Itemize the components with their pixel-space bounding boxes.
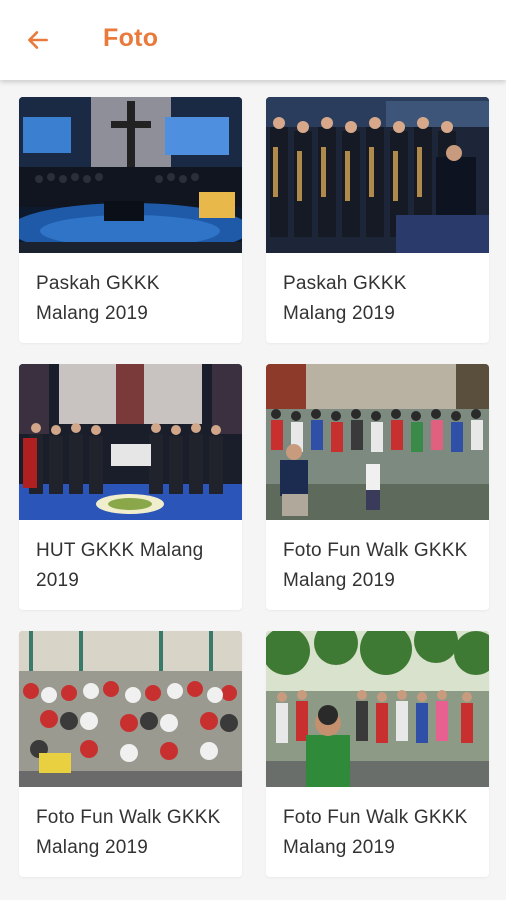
photo-card[interactable]: HUT GKKK Malang 2019 <box>19 364 242 610</box>
photo-thumbnail <box>266 631 489 787</box>
photo-thumbnail <box>19 631 242 787</box>
photo-card[interactable]: Foto Fun Walk GKKK Malang 2019 <box>266 364 489 610</box>
photo-caption: HUT GKKK Malang 2019 <box>36 540 204 591</box>
photo-caption: Paskah GKKK Malang 2019 <box>283 273 407 324</box>
photo-caption: Foto Fun Walk GKKK Malang 2019 <box>283 807 468 858</box>
photo-card[interactable]: Paskah GKKK Malang 2019 <box>266 97 489 343</box>
photo-thumbnail <box>19 97 242 253</box>
photo-caption: Foto Fun Walk GKKK Malang 2019 <box>36 807 221 858</box>
photo-thumbnail <box>266 97 489 253</box>
photo-card[interactable]: Foto Fun Walk GKKK Malang 2019 <box>19 631 242 877</box>
photo-card[interactable]: Foto Fun Walk GKKK Malang 2019 <box>266 631 489 877</box>
arrow-left-icon <box>28 31 48 49</box>
photo-thumbnail <box>266 364 489 520</box>
photo-thumbnail <box>19 364 242 520</box>
app-bar: Foto <box>0 0 506 80</box>
back-button[interactable] <box>18 22 58 58</box>
photo-card[interactable]: Paskah GKKK Malang 2019 <box>19 97 242 343</box>
photo-grid: Paskah GKKK Malang 2019 Paskah GKKK Mala… <box>19 97 489 877</box>
photo-caption: Foto Fun Walk GKKK Malang 2019 <box>283 540 468 591</box>
page-title: Foto <box>103 24 159 52</box>
photo-caption: Paskah GKKK Malang 2019 <box>36 273 160 324</box>
